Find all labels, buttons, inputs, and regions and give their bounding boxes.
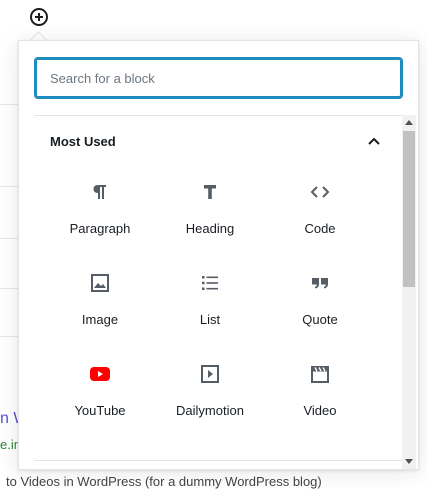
bg-divider [0,186,20,187]
block-label: Heading [185,221,235,236]
code-icon [308,180,332,204]
scroll-down-arrow-icon[interactable] [402,455,416,469]
block-paragraph[interactable]: Paragraph [45,177,155,268]
block-youtube[interactable]: YouTube [45,359,155,450]
block-grid: Paragraph Heading Code Image List Quote … [45,177,375,450]
image-icon [88,271,112,295]
bg-divider [0,336,20,337]
search-divider [34,115,402,116]
block-dailymotion[interactable]: Dailymotion [155,359,265,450]
block-quote[interactable]: Quote [265,268,375,359]
block-list[interactable]: List [155,268,265,359]
heading-icon [198,180,222,204]
video-play-icon [198,362,222,386]
block-image[interactable]: Image [45,268,155,359]
block-label: Code [304,221,336,236]
scrollbar-thumb[interactable] [403,131,415,287]
panel-bottom-divider [34,460,402,461]
scroll-up-arrow-icon[interactable] [402,115,416,129]
block-code[interactable]: Code [265,177,375,268]
block-heading[interactable]: Heading [155,177,265,268]
most-used-panel-header[interactable]: Most Used [34,123,384,159]
block-label: List [199,312,221,327]
quote-icon [308,271,332,295]
block-label: Video [303,403,337,418]
block-label: Quote [302,312,338,327]
scrollbar[interactable] [402,115,416,469]
block-label: Paragraph [69,221,131,236]
block-label: Image [81,312,119,327]
block-label: YouTube [74,403,126,418]
bg-divider [0,104,20,105]
block-search-input[interactable] [34,57,403,99]
panel-title: Most Used [50,133,116,149]
video-clapper-icon [308,362,332,386]
block-label: Dailymotion [176,403,244,418]
paragraph-icon [88,180,112,204]
block-inserter-popover: Most Used Paragraph Heading Code [18,40,419,470]
chevron-up-icon[interactable] [364,131,384,151]
youtube-icon [88,362,112,386]
bg-divider [0,288,20,289]
block-video[interactable]: Video [265,359,375,450]
list-icon [198,271,222,295]
plus-circle-icon [29,7,49,27]
block-inserter-toggle[interactable] [28,6,50,28]
bg-divider [0,238,20,239]
